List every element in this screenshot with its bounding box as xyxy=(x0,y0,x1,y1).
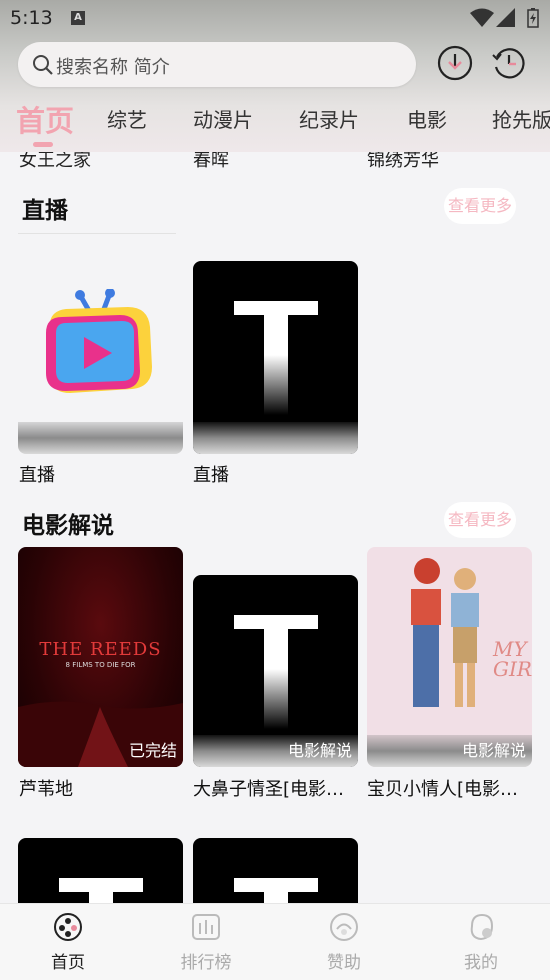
nav-label: 排行榜 xyxy=(180,953,232,973)
partial-title[interactable]: 春晖 xyxy=(193,152,229,170)
card-title[interactable]: 直播 xyxy=(193,461,358,487)
notification-a-icon: A xyxy=(71,11,85,25)
partial-title[interactable]: 女王之家 xyxy=(19,152,91,170)
header: 5:13 A 搜索名称 简介 首页 综艺 动漫片 纪录片 电影 抢先版 xyxy=(0,0,550,152)
tab-documentary[interactable]: 纪录片 xyxy=(299,104,359,133)
nav-label: 首页 xyxy=(51,953,85,973)
tv-logo-icon xyxy=(46,289,152,393)
profile-icon xyxy=(470,913,494,941)
movie-card[interactable]: 电影解说 xyxy=(193,575,358,767)
nav-label: 赞助 xyxy=(327,953,361,973)
signal-icon xyxy=(496,8,515,27)
active-tab-indicator xyxy=(33,142,53,147)
category-badge: 电影解说 xyxy=(461,741,526,760)
status-badge: 已完结 xyxy=(128,741,177,760)
nav-label: 我的 xyxy=(464,953,498,973)
scrolled-titles-row: 女王之家 春晖 锦绣芳华 xyxy=(0,152,550,170)
card-title[interactable]: 直播 xyxy=(19,461,184,487)
placeholder-t-icon xyxy=(234,615,318,729)
placeholder-t-icon xyxy=(234,878,318,908)
movie-card[interactable] xyxy=(193,838,358,908)
divider xyxy=(18,233,176,234)
poster-title: THE REEDS xyxy=(39,639,162,660)
movie-card[interactable]: MY GIRL 电影解说 xyxy=(367,547,532,767)
card-title[interactable]: 宝贝小情人[电影解说] xyxy=(367,775,532,801)
poster-tagline: 8 FILMS TO DIE FOR xyxy=(65,661,136,669)
download-icon[interactable] xyxy=(437,45,473,81)
tab-movie[interactable]: 电影 xyxy=(407,104,447,133)
battery-icon xyxy=(527,8,539,28)
tab-variety[interactable]: 综艺 xyxy=(107,104,147,133)
section-title-movie-commentary: 电影解说 xyxy=(22,513,114,539)
sponsor-icon xyxy=(330,913,358,941)
category-tabs: 首页 综艺 动漫片 纪录片 电影 抢先版 xyxy=(0,98,550,142)
category-badge: 电影解说 xyxy=(287,741,352,760)
see-more-button[interactable]: 查看更多 xyxy=(444,188,516,224)
partial-title[interactable]: 锦绣芳华 xyxy=(367,152,439,170)
tab-preview[interactable]: 抢先版 xyxy=(492,104,550,133)
bottom-nav: 首页 排行榜 赞助 我的 xyxy=(0,903,550,980)
see-more-button[interactable]: 查看更多 xyxy=(444,502,516,538)
chart-icon xyxy=(192,914,220,940)
movie-card[interactable]: THE REEDS 8 FILMS TO DIE FOR 已完结 xyxy=(18,547,183,767)
nav-profile[interactable]: 我的 xyxy=(441,912,521,973)
status-bar: 5:13 A xyxy=(0,0,550,36)
poster-fade xyxy=(193,422,358,454)
live-card[interactable] xyxy=(193,261,358,454)
card-title[interactable]: 大鼻子情圣[电影解说] xyxy=(193,775,358,801)
history-icon[interactable] xyxy=(491,45,527,81)
search-icon xyxy=(33,55,53,75)
movie-card[interactable] xyxy=(18,838,183,908)
status-time: 5:13 xyxy=(10,7,53,29)
card-title[interactable]: 芦苇地 xyxy=(19,775,184,801)
poster-fade xyxy=(18,422,183,454)
tab-home[interactable]: 首页 xyxy=(16,98,74,140)
placeholder-t-icon xyxy=(234,301,318,415)
tab-anime[interactable]: 动漫片 xyxy=(193,104,253,133)
nav-ranking[interactable]: 排行榜 xyxy=(166,912,246,973)
nav-sponsor[interactable]: 赞助 xyxy=(304,912,384,973)
search-input[interactable]: 搜索名称 简介 xyxy=(18,42,416,87)
search-placeholder: 搜索名称 简介 xyxy=(56,57,170,78)
placeholder-t-icon xyxy=(59,878,143,908)
section-title-live: 直播 xyxy=(22,198,68,224)
nav-home[interactable]: 首页 xyxy=(28,912,108,973)
poster-title: MY GIRL xyxy=(493,637,532,681)
film-reel-icon xyxy=(54,913,82,941)
live-card[interactable] xyxy=(18,261,183,454)
wifi-icon xyxy=(470,8,494,27)
